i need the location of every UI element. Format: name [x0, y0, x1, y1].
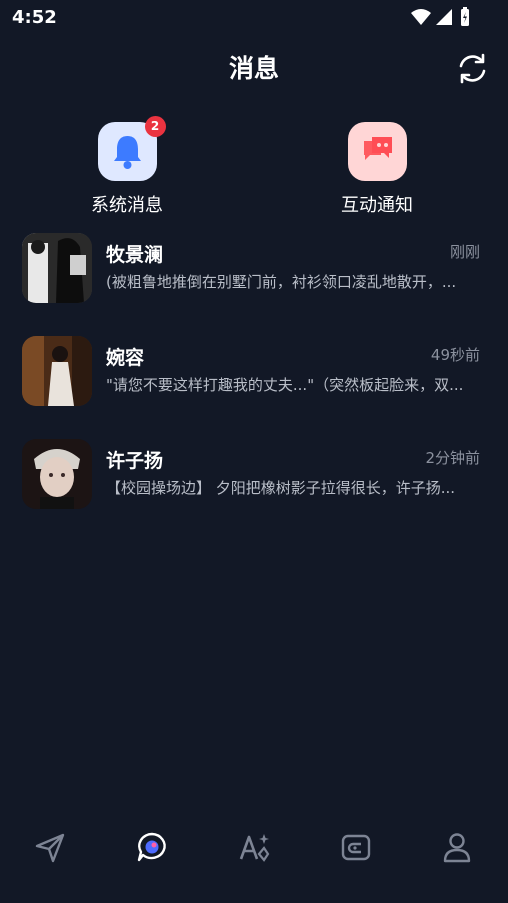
battery-icon	[461, 7, 469, 26]
status-time: 4:52	[12, 7, 57, 28]
unread-badge: 2	[144, 116, 166, 137]
chat-time: 刚刚	[449, 243, 480, 261]
chat-name: 婉容	[106, 347, 145, 369]
avatar	[22, 233, 92, 303]
ai-sparkle-icon[interactable]	[237, 830, 271, 864]
send-icon[interactable]	[33, 830, 67, 864]
bottom-tab-bar	[0, 820, 508, 874]
avatar	[22, 336, 92, 406]
system-messages-button[interactable]: 2 系统消息	[72, 116, 182, 217]
status-icons	[411, 7, 469, 26]
system-messages-label: 系统消息	[91, 195, 163, 216]
messages-icon[interactable]	[135, 830, 169, 864]
page-title: 消息	[228, 54, 279, 83]
wifi-icon	[411, 9, 431, 25]
interaction-notifications-icon-tile	[347, 122, 407, 181]
avatar	[22, 439, 92, 509]
refresh-icon[interactable]	[456, 52, 489, 85]
chat-row[interactable]: 婉容 49秒前 "请您不要这样打趣我的丈夫..."（突然板起脸来，双...	[0, 336, 508, 410]
chat-time: 2分钟前	[425, 449, 480, 467]
chat-bubble-icon	[363, 137, 392, 160]
signal-icon	[436, 9, 452, 25]
chat-preview: "请您不要这样打趣我的丈夫..."（突然板起脸来，双...	[106, 376, 464, 394]
chat-time: 49秒前	[430, 346, 480, 364]
chat-row[interactable]: 牧景澜 刚刚 (被粗鲁地推倒在别墅门前，衬衫领口凌乱地散开，...	[0, 233, 508, 307]
interaction-notifications-label: 互动通知	[341, 195, 413, 216]
chat-name: 许子扬	[106, 450, 164, 472]
chat-row[interactable]: 许子扬 2分钟前 【校园操场边】 夕阳把橡树影子拉得很长，许子扬...	[0, 439, 508, 513]
status-bar: 4:52	[0, 0, 508, 36]
chat-preview: (被粗鲁地推倒在别墅门前，衬衫领口凌乱地散开，...	[106, 273, 457, 291]
interaction-notifications-button[interactable]: 互动通知	[322, 122, 432, 217]
chat-preview: 【校园操场边】 夕阳把橡树影子拉得很长，许子扬...	[106, 479, 456, 497]
chat-name: 牧景澜	[106, 244, 164, 266]
profile-icon[interactable]	[440, 830, 474, 864]
wallet-icon[interactable]	[339, 830, 373, 864]
system-messages-icon-tile: 2	[97, 116, 166, 181]
